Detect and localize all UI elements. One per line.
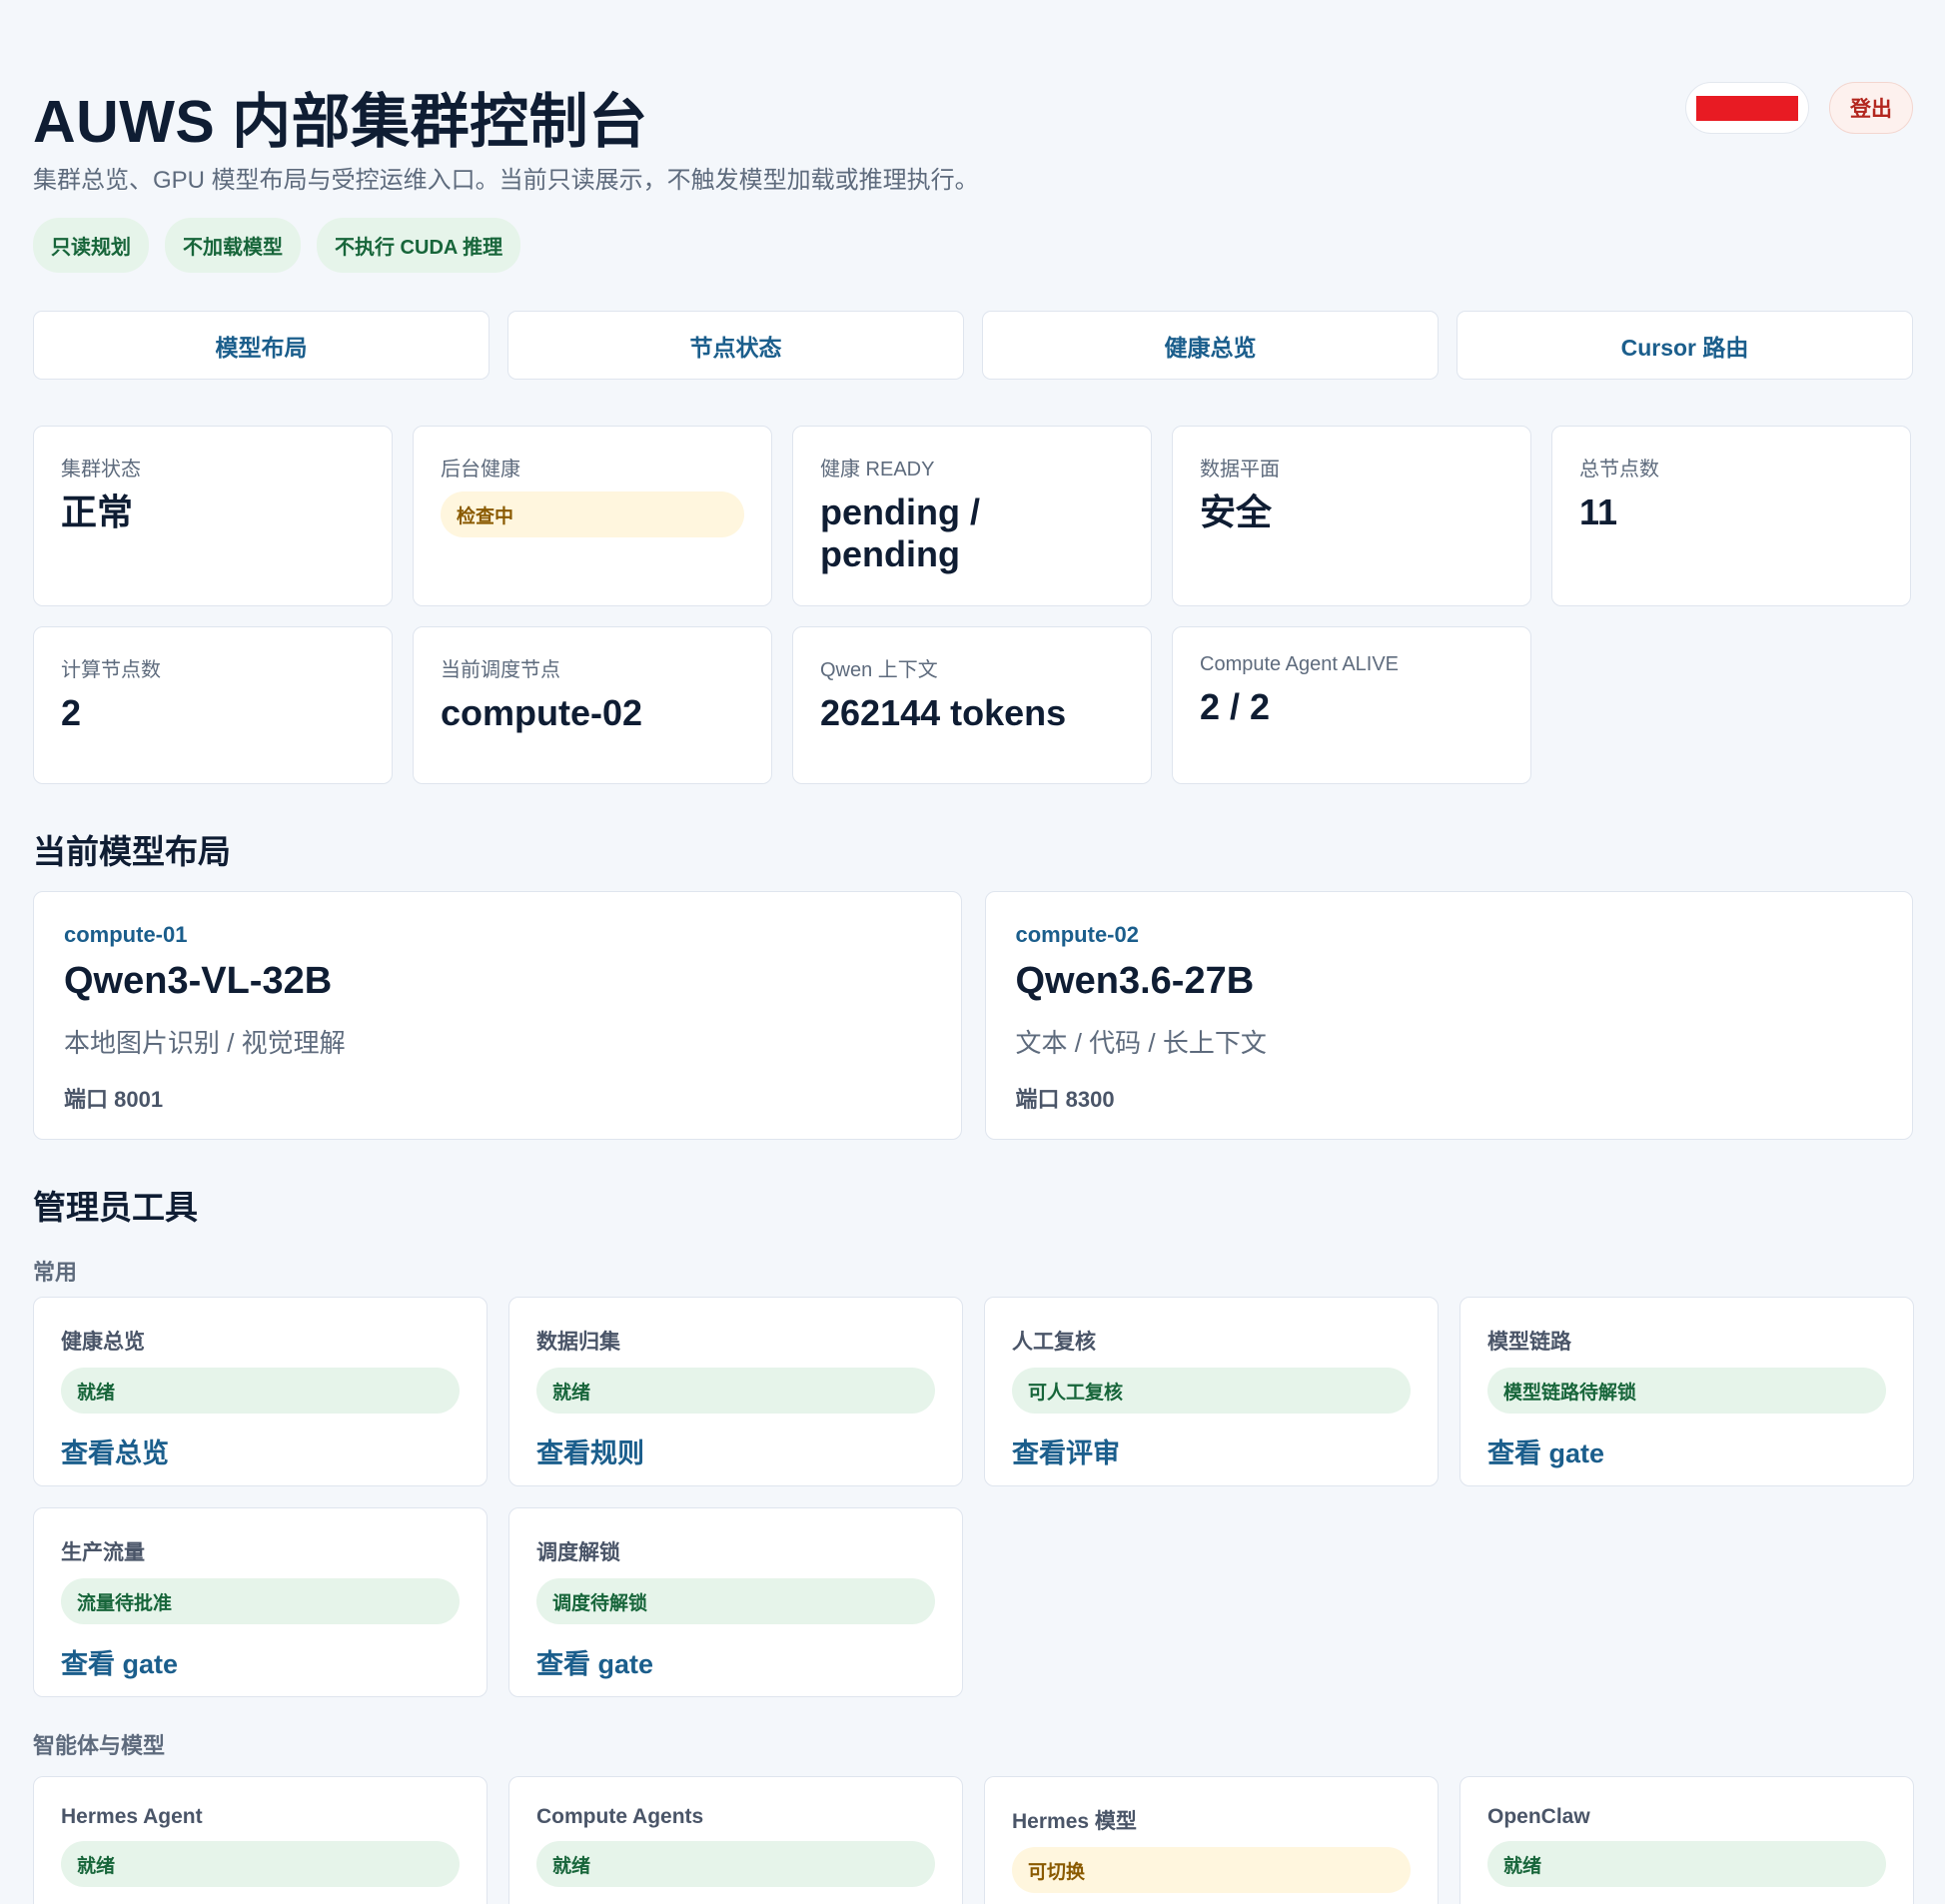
model-desc: 本地图片识别 / 视觉理解 [64, 1028, 346, 1058]
stat-label: 集群状态 [61, 459, 141, 480]
subsection-agents: 智能体与模型 [33, 1733, 166, 1758]
tool-name: OpenClaw [1487, 1805, 1590, 1828]
model-card: compute-01 Qwen3-VL-32B 本地图片识别 / 视觉理解 端口… [33, 891, 962, 1140]
status-badge: 就绪 [536, 1368, 935, 1414]
tool-name: 模型链路 [1487, 1331, 1571, 1354]
header-actions: 登出 [1685, 82, 1913, 134]
stat-value: 正常 [61, 491, 134, 532]
model-port: 端口 8300 [1015, 1087, 1115, 1112]
subsection-common: 常用 [33, 1260, 78, 1285]
top-nav: 模型布局 节点状态 健康总览 Cursor 路由 [33, 311, 1913, 380]
status-badge: 就绪 [61, 1368, 460, 1414]
page-subtitle: 集群总览、GPU 模型布局与受控运维入口。当前只读展示，不触发模型加载或推理执行… [33, 167, 979, 194]
model-card: compute-02 Qwen3.6-27B 文本 / 代码 / 长上下文 端口… [984, 891, 1913, 1140]
status-badge: 就绪 [1487, 1841, 1886, 1887]
nav-health-overview[interactable]: 健康总览 [982, 311, 1439, 380]
tool-card: 健康总览 就绪 查看总览 [33, 1297, 487, 1486]
tool-name: 数据归集 [536, 1331, 620, 1354]
tool-name: 健康总览 [61, 1331, 145, 1354]
tool-card: 模型链路 模型链路待解锁 查看 gate [1459, 1297, 1914, 1486]
stat-label: 后台健康 [441, 459, 520, 480]
stat-value: 2 [61, 692, 82, 733]
nav-node-status[interactable]: 节点状态 [507, 311, 964, 380]
stat-value: compute-02 [441, 692, 643, 733]
stat-health-ready: 健康 READY pending / pending [792, 426, 1152, 606]
tool-link[interactable]: 查看规则 [536, 1438, 644, 1468]
stat-label: 当前调度节点 [441, 659, 560, 681]
status-badge: 调度待解锁 [536, 1578, 935, 1624]
tool-card: Hermes Agent 就绪 [33, 1776, 487, 1904]
tool-name: 人工复核 [1012, 1331, 1096, 1354]
tool-name: 调度解锁 [536, 1541, 620, 1564]
status-badge: 可切换 [1012, 1847, 1411, 1893]
stat-qwen-context: Qwen 上下文 262144 tokens [792, 626, 1152, 784]
tool-link[interactable]: 查看评审 [1012, 1438, 1120, 1468]
status-badge: 可人工复核 [1012, 1368, 1411, 1414]
tool-card: OpenClaw 就绪 [1459, 1776, 1914, 1904]
tool-name: Compute Agents [536, 1805, 704, 1828]
stat-backend-health: 后台健康 检查中 [413, 426, 772, 606]
tool-card: 人工复核 可人工复核 查看评审 [984, 1297, 1439, 1486]
section-title-models: 当前模型布局 [33, 833, 231, 870]
stat-cluster-status: 集群状态 正常 [33, 426, 393, 606]
tool-link[interactable]: 查看总览 [61, 1438, 169, 1468]
stat-label: 总节点数 [1579, 459, 1659, 480]
stat-value: pending / pending [820, 491, 980, 575]
stat-compute-nodes: 计算节点数 2 [33, 626, 393, 784]
status-badge: 流量待批准 [61, 1578, 460, 1624]
tool-card: 数据归集 就绪 查看规则 [508, 1297, 963, 1486]
status-badge: 模型链路待解锁 [1487, 1368, 1886, 1414]
stat-label: Qwen 上下文 [820, 659, 938, 681]
redacted-username [1696, 95, 1798, 121]
model-port: 端口 8001 [64, 1087, 164, 1112]
model-desc: 文本 / 代码 / 长上下文 [1015, 1028, 1267, 1058]
model-node: compute-02 [1015, 922, 1139, 947]
stat-current-node: 当前调度节点 compute-02 [413, 626, 772, 784]
tool-name: 生产流量 [61, 1541, 145, 1564]
logout-button[interactable]: 登出 [1829, 82, 1913, 134]
chip-no-cuda: 不执行 CUDA 推理 [317, 218, 521, 273]
tool-link[interactable]: 查看 gate [1487, 1438, 1604, 1468]
common-tools-grid: 健康总览 就绪 查看总览 数据归集 就绪 查看规则 人工复核 可人工复核 查看评… [33, 1297, 1914, 1697]
mode-chips: 只读规划 不加载模型 不执行 CUDA 推理 [33, 218, 521, 273]
page-header: AUWS 内部集群控制台 集群总览、GPU 模型布局与受控运维入口。当前只读展示… [33, 0, 1913, 300]
model-node: compute-01 [64, 922, 188, 947]
model-layout-list: compute-01 Qwen3-VL-32B 本地图片识别 / 视觉理解 端口… [33, 891, 1913, 1140]
tool-card: Compute Agents 就绪 [508, 1776, 963, 1904]
tool-card: 生产流量 流量待批准 查看 gate [33, 1507, 487, 1697]
section-title-admin: 管理员工具 [33, 1189, 198, 1226]
model-name: Qwen3.6-27B [1015, 960, 1255, 1002]
stat-label: 数据平面 [1200, 459, 1280, 480]
tool-card: 调度解锁 调度待解锁 查看 gate [508, 1507, 963, 1697]
chip-readonly: 只读规划 [33, 218, 149, 273]
stat-value: 11 [1579, 491, 1618, 532]
nav-model-layout[interactable]: 模型布局 [33, 311, 489, 380]
tool-link[interactable]: 查看 gate [61, 1649, 178, 1679]
stat-label: 计算节点数 [61, 659, 161, 681]
tool-name: Hermes 模型 [1012, 1810, 1137, 1833]
stat-value: 安全 [1200, 491, 1273, 532]
tool-card: Hermes 模型 可切换 [984, 1776, 1439, 1904]
nav-cursor-route[interactable]: Cursor 路由 [1457, 311, 1913, 380]
agent-tools-grid: Hermes Agent 就绪 Compute Agents 就绪 Hermes… [33, 1776, 1914, 1904]
status-badge: 检查中 [441, 491, 744, 537]
user-account-pill[interactable] [1685, 82, 1809, 134]
stat-value: 2 / 2 [1200, 686, 1271, 727]
stat-data-plane: 数据平面 安全 [1172, 426, 1531, 606]
stat-label: 健康 READY [820, 459, 935, 480]
page-title: AUWS 内部集群控制台 [33, 89, 648, 155]
stat-label: Compute Agent ALIVE [1200, 653, 1400, 675]
stat-value: 262144 tokens [820, 692, 1067, 733]
chip-no-load: 不加载模型 [165, 218, 301, 273]
stats-grid: 集群状态 正常 后台健康 检查中 健康 READY pending / pend… [33, 426, 1913, 784]
stat-total-nodes: 总节点数 11 [1551, 426, 1911, 606]
model-name: Qwen3-VL-32B [64, 960, 333, 1002]
stat-agent-alive: Compute Agent ALIVE 2 / 2 [1172, 626, 1531, 784]
tool-name: Hermes Agent [61, 1805, 203, 1828]
tool-link[interactable]: 查看 gate [536, 1649, 653, 1679]
status-badge: 就绪 [61, 1841, 460, 1887]
status-badge: 就绪 [536, 1841, 935, 1887]
